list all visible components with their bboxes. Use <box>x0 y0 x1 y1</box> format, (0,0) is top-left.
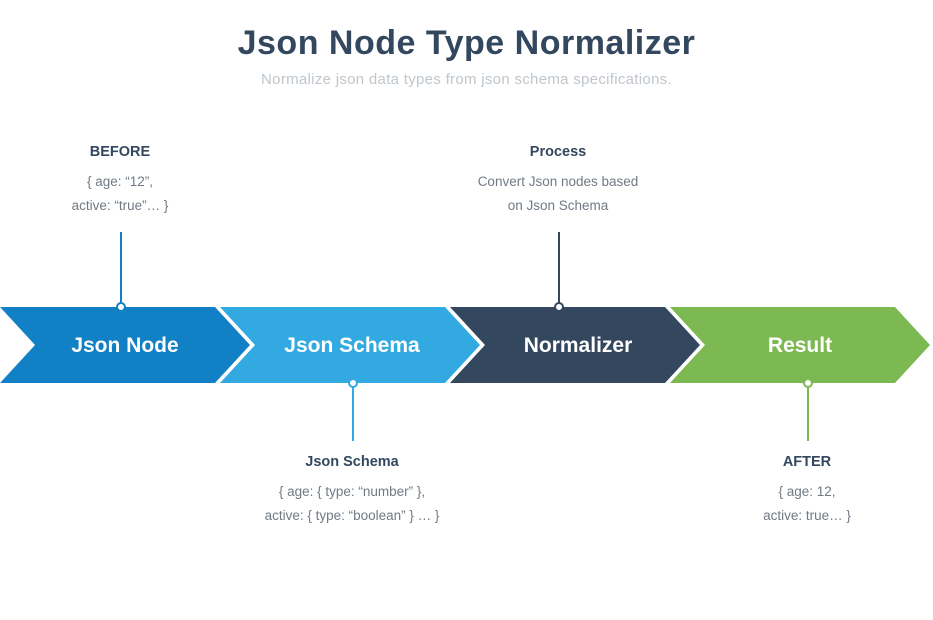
callout-before-line2: active: “true”… } <box>10 194 230 218</box>
arrow-json-schema-label: Json Schema <box>284 334 420 357</box>
callout-process-line2: on Json Schema <box>448 194 668 218</box>
callout-after: AFTER { age: 12, active: true… } <box>697 454 917 527</box>
callout-before: BEFORE { age: “12”, active: “true”… } <box>10 144 230 217</box>
arrow-normalizer-label: Normalizer <box>524 334 633 357</box>
callout-process-line1: Convert Json nodes based <box>448 170 668 194</box>
connector-process <box>558 232 560 307</box>
page-subtitle: Normalize json data types from json sche… <box>0 71 933 88</box>
process-flow: Json Node Json Schema Normalizer Result <box>0 307 933 383</box>
arrow-json-node-label: Json Node <box>71 334 178 357</box>
callout-before-head: BEFORE <box>10 144 230 160</box>
callout-after-line1: { age: 12, <box>697 480 917 504</box>
connector-before <box>120 232 122 307</box>
callout-schema-line1: { age: { type: “number” }, <box>227 480 477 504</box>
arrow-result-label: Result <box>768 334 832 357</box>
callout-process-head: Process <box>448 144 668 160</box>
callout-before-line1: { age: “12”, <box>10 170 230 194</box>
callout-after-head: AFTER <box>697 454 917 470</box>
callout-process: Process Convert Json nodes based on Json… <box>448 144 668 217</box>
callout-schema: Json Schema { age: { type: “number” }, a… <box>227 454 477 527</box>
connector-after <box>807 383 809 441</box>
callout-schema-head: Json Schema <box>227 454 477 470</box>
callout-after-line2: active: true… } <box>697 504 917 528</box>
connector-schema <box>352 383 354 441</box>
callout-schema-line2: active: { type: “boolean” } … } <box>227 504 477 528</box>
page-title: Json Node Type Normalizer <box>0 24 933 63</box>
